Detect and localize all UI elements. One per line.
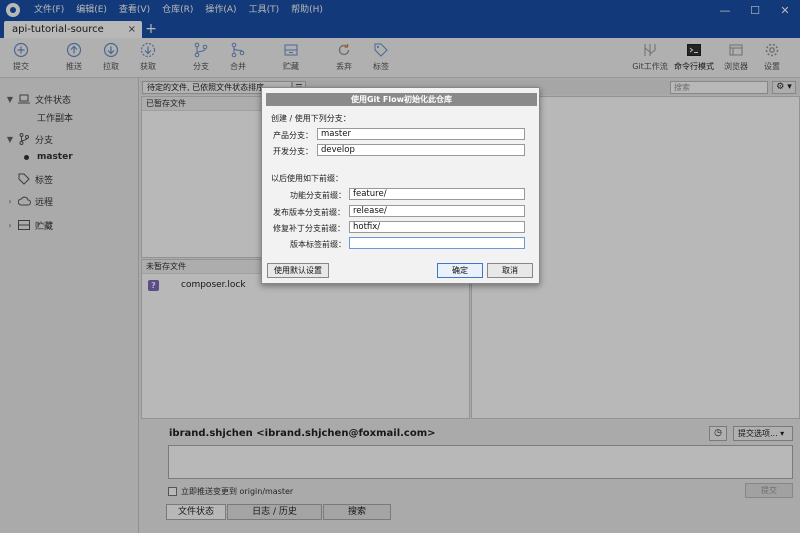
release-prefix-label: 发布版本分支前缀： bbox=[273, 208, 345, 217]
feature-prefix-label: 功能分支前缀： bbox=[290, 191, 346, 200]
dialog-title: 使用Git Flow初始化此仓库 bbox=[266, 93, 537, 106]
release-prefix-field[interactable]: release/ bbox=[349, 205, 525, 217]
production-branch-label: 产品分支： bbox=[273, 131, 313, 140]
branches-section-label: 创建 / 使用下列分支： bbox=[271, 114, 351, 123]
version-tag-prefix-field[interactable] bbox=[349, 237, 525, 249]
production-branch-field[interactable]: master bbox=[317, 128, 525, 140]
cancel-button[interactable]: 取消 bbox=[487, 263, 533, 278]
prefixes-section-label: 以后使用如下前缀： bbox=[271, 174, 343, 183]
use-defaults-button[interactable]: 使用默认设置 bbox=[267, 263, 329, 278]
git-flow-init-dialog: 使用Git Flow初始化此仓库 创建 / 使用下列分支： 产品分支： mast… bbox=[261, 87, 540, 284]
hotfix-prefix-label: 修复补丁分支前缀： bbox=[273, 224, 345, 233]
hotfix-prefix-field[interactable]: hotfix/ bbox=[349, 221, 525, 233]
version-tag-prefix-label: 版本标签前缀： bbox=[290, 240, 346, 249]
develop-branch-field[interactable]: develop bbox=[317, 144, 525, 156]
ok-button[interactable]: 确定 bbox=[437, 263, 483, 278]
develop-branch-label: 开发分支： bbox=[273, 147, 313, 156]
feature-prefix-field[interactable]: feature/ bbox=[349, 188, 525, 200]
